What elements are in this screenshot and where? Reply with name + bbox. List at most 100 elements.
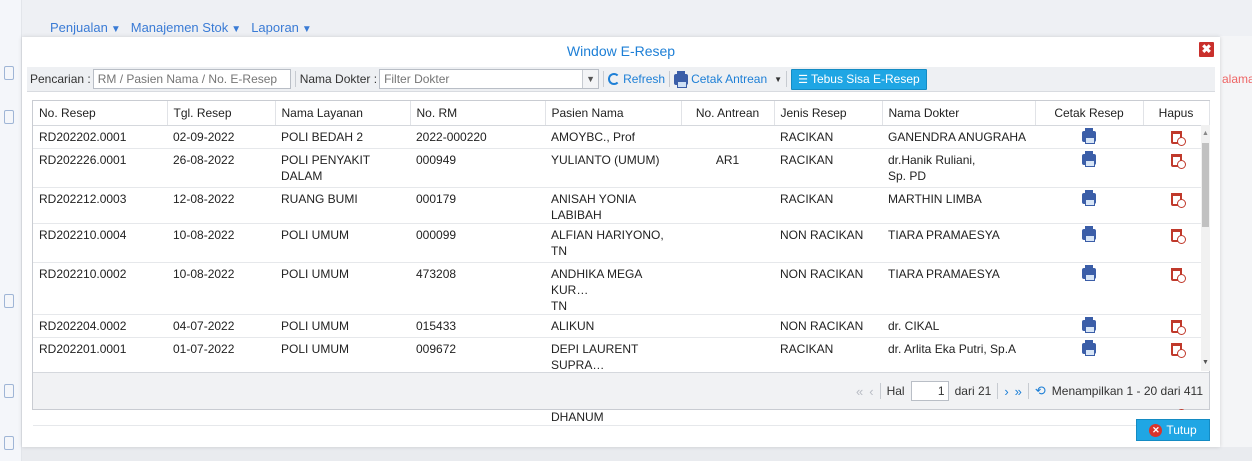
table-row[interactable]: RD202226.0001 26-08-2022 POLI PENYAKIT DAL… xyxy=(33,148,1209,188)
e-resep-window: Window E-Resep ✖ Pencarian : Nama Dokter… xyxy=(22,37,1220,447)
cell-antrean xyxy=(681,223,774,263)
cell-dokter: GANENDRA ANUGRAHA xyxy=(882,125,1035,149)
col-jenis-resep[interactable]: Jenis Resep xyxy=(774,101,883,126)
first-page-icon[interactable]: « xyxy=(856,384,863,399)
chevron-down-icon[interactable]: ▼ xyxy=(582,70,599,88)
sidebar-icon-3[interactable] xyxy=(4,294,14,308)
cell-rm: 000179 xyxy=(410,187,545,224)
reload-icon[interactable]: ⟲ xyxy=(1035,383,1046,399)
divider xyxy=(997,383,999,399)
sidebar-icon-5[interactable] xyxy=(4,436,14,450)
refresh-button[interactable]: Refresh xyxy=(608,72,665,86)
cell-jenis: RACIKAN xyxy=(774,125,882,149)
printer-icon[interactable] xyxy=(1082,150,1096,167)
pager-summary: Menampilkan 1 - 20 dari 411 xyxy=(1051,384,1203,398)
col-cetak-resep[interactable]: Cetak Resep xyxy=(1035,101,1144,126)
pagination-bar: « ‹ Hal 1 dari 21 › » ⟲ Menampilkan 1 - … xyxy=(33,372,1209,409)
last-page-icon[interactable]: » xyxy=(1015,384,1022,399)
search-input[interactable] xyxy=(92,69,291,89)
cell-layanan: POLI PENYAKIT DALAM xyxy=(275,148,410,188)
printer-icon[interactable] xyxy=(1082,339,1096,356)
trash-icon[interactable] xyxy=(1170,342,1186,358)
table-row[interactable]: RD202202.0001 02-09-2022 POLI BEDAH 2 2022-… xyxy=(33,125,1209,149)
col-tgl-resep[interactable]: Tgl. Resep xyxy=(167,101,276,126)
cell-hapus xyxy=(1143,262,1209,315)
printer-icon xyxy=(674,70,689,88)
cell-tgl: 02-09-2022 xyxy=(167,125,275,149)
table-row[interactable]: RD202204.0002 04-07-2022 POLI UMUM 015433 AL… xyxy=(33,314,1209,338)
next-page-icon[interactable]: › xyxy=(1004,384,1008,399)
table-header: No. Resep Tgl. Resep Nama Layanan No. RM… xyxy=(33,101,1210,126)
page-label: Hal xyxy=(886,384,905,398)
cell-hapus xyxy=(1143,125,1209,149)
prev-page-icon[interactable]: ‹ xyxy=(869,384,873,399)
sidebar-icon-1[interactable] xyxy=(4,66,14,80)
col-nama-dokter[interactable]: Nama Dokter xyxy=(882,101,1036,126)
cell-pasien: AMOYBC., Prof xyxy=(545,125,681,149)
cell-antrean xyxy=(681,125,774,149)
cell-tgl: 10-08-2022 xyxy=(167,262,275,315)
close-button[interactable]: ✕ Tutup xyxy=(1136,419,1210,441)
cell-cetak-resep xyxy=(1035,223,1143,263)
window-title: Window E-Resep xyxy=(566,43,676,59)
cell-no-resep: RD202210.0004 xyxy=(33,223,167,263)
print-queue-button[interactable]: Cetak Antrean ▼ xyxy=(674,70,782,88)
printer-icon[interactable] xyxy=(1082,264,1096,281)
table-row[interactable]: RD202210.0002 10-08-2022 POLI UMUM 473208 AN… xyxy=(33,262,1209,315)
printer-icon[interactable] xyxy=(1082,189,1096,206)
page-input[interactable]: 1 xyxy=(910,381,949,401)
cell-jenis: NON RACIKAN xyxy=(774,262,882,315)
trash-icon[interactable] xyxy=(1170,267,1186,283)
cell-dokter: MARTHIN LIMBA xyxy=(882,187,1035,224)
left-sidebar xyxy=(0,0,22,461)
divider xyxy=(603,71,605,87)
table-row[interactable]: RD202210.0004 10-08-2022 POLI UMUM 000099 AL… xyxy=(33,223,1209,263)
cell-no-resep: RD202226.0001 xyxy=(33,148,167,188)
printer-icon[interactable] xyxy=(1082,225,1096,242)
col-no-resep[interactable]: No. Resep xyxy=(33,101,168,126)
background-right-panel: alama xyxy=(1220,36,1252,461)
menu-laporan[interactable]: Laporan ▼ xyxy=(251,20,312,35)
divider xyxy=(669,71,671,87)
cell-jenis: RACIKAN xyxy=(774,148,882,188)
close-circle-icon: ✕ xyxy=(1149,423,1163,437)
cell-cetak-resep xyxy=(1035,262,1143,315)
close-icon[interactable]: ✖ xyxy=(1199,42,1214,57)
sidebar-icon-2[interactable] xyxy=(4,110,14,124)
printer-icon[interactable] xyxy=(1082,316,1096,333)
trash-icon[interactable] xyxy=(1170,228,1186,244)
list-icon: ☰ xyxy=(798,73,808,86)
col-no-rm[interactable]: No. RM xyxy=(410,101,546,126)
cell-layanan: POLI UMUM xyxy=(275,314,410,338)
redeem-remaining-button[interactable]: ☰ Tebus Sisa E-Resep xyxy=(791,68,927,90)
chevron-down-icon: ▼ xyxy=(301,24,312,35)
resep-grid: No. Resep Tgl. Resep Nama Layanan No. RM… xyxy=(32,100,1210,426)
trash-icon[interactable] xyxy=(1170,153,1186,169)
trash-icon[interactable] xyxy=(1170,130,1186,146)
cell-rm: 000949 xyxy=(410,148,545,188)
scroll-thumb[interactable] xyxy=(1202,143,1209,227)
col-pasien-nama[interactable]: Pasien Nama xyxy=(545,101,682,126)
cell-no-resep: RD202202.0001 xyxy=(33,125,167,149)
scroll-down-icon[interactable]: ▼ xyxy=(1202,359,1209,366)
sidebar-icon-4[interactable] xyxy=(4,384,14,398)
trash-icon[interactable] xyxy=(1170,319,1186,335)
menu-manajemen-stok[interactable]: Manajemen Stok ▼ xyxy=(131,20,241,35)
cell-antrean xyxy=(681,262,774,315)
doctor-select[interactable]: ▼ xyxy=(379,69,600,89)
vertical-scrollbar[interactable]: ▲ ▼ xyxy=(1201,125,1210,371)
cell-hapus xyxy=(1143,187,1209,224)
scroll-up-icon[interactable]: ▲ xyxy=(1202,130,1209,137)
doctor-filter-input[interactable] xyxy=(379,69,600,89)
chevron-down-icon: ▼ xyxy=(110,24,121,35)
trash-icon[interactable] xyxy=(1170,192,1186,208)
printer-icon[interactable] xyxy=(1082,127,1096,144)
menu-penjualan[interactable]: Penjualan ▼ xyxy=(50,20,121,35)
col-no-antrean[interactable]: No. Antrean xyxy=(681,101,775,126)
cell-hapus xyxy=(1143,223,1209,263)
cell-jenis: RACIKAN xyxy=(774,187,882,224)
main-menu: Penjualan ▼ Manajemen Stok ▼ Laporan ▼ xyxy=(50,20,312,35)
col-hapus[interactable]: Hapus xyxy=(1143,101,1210,126)
col-nama-layanan[interactable]: Nama Layanan xyxy=(275,101,411,126)
table-row[interactable]: RD202212.0003 12-08-2022 RUANG BUMI 000179 A… xyxy=(33,187,1209,224)
